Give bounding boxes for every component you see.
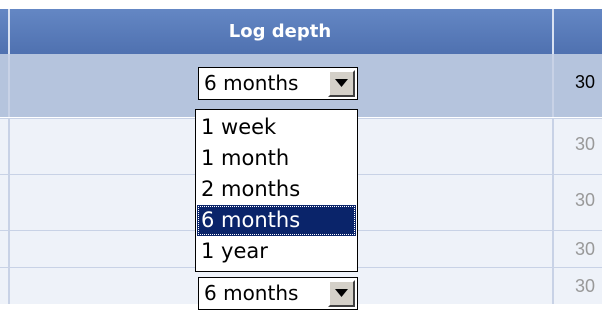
row-divider [552, 119, 554, 174]
row-divider [8, 119, 10, 174]
row-divider [8, 268, 10, 304]
chevron-down-icon [335, 289, 348, 297]
row-divider [8, 54, 10, 117]
column-divider [8, 9, 10, 54]
value-cell[interactable]: 30 [575, 134, 595, 155]
row-divider [552, 54, 554, 117]
value-cell[interactable]: 30 [575, 276, 595, 297]
row-divider [552, 268, 554, 304]
table-row: 6 months 30 [0, 54, 602, 117]
value-cell[interactable]: 30 [575, 239, 595, 260]
log-depth-dropdown-list[interactable]: 1 week 1 month 2 months 6 months 1 year [195, 109, 358, 272]
value-cell[interactable]: 30 [575, 190, 595, 211]
dropdown-option-1-month[interactable]: 1 month [197, 143, 356, 174]
row-divider [8, 175, 10, 230]
row-divider [8, 231, 10, 267]
dropdown-option-2-months[interactable]: 2 months [197, 174, 356, 205]
column-header-log-depth[interactable]: Log depth [12, 9, 548, 54]
dropdown-option-1-year[interactable]: 1 year [197, 236, 356, 267]
column-divider [552, 9, 554, 54]
log-depth-select[interactable]: 6 months [198, 277, 358, 310]
select-value: 6 months [204, 281, 299, 305]
dropdown-option-1-week[interactable]: 1 week [197, 112, 356, 143]
table-header: Log depth [0, 9, 602, 54]
chevron-down-icon [335, 79, 348, 87]
value-cell[interactable]: 30 [575, 72, 595, 93]
dropdown-arrow-button[interactable] [328, 70, 355, 97]
row-divider [552, 231, 554, 267]
log-depth-select[interactable]: 6 months [198, 67, 358, 100]
table-row: 6 months 30 [0, 267, 602, 310]
select-value: 6 months [204, 71, 299, 95]
row-divider [552, 175, 554, 230]
dropdown-option-6-months[interactable]: 6 months [197, 205, 356, 236]
